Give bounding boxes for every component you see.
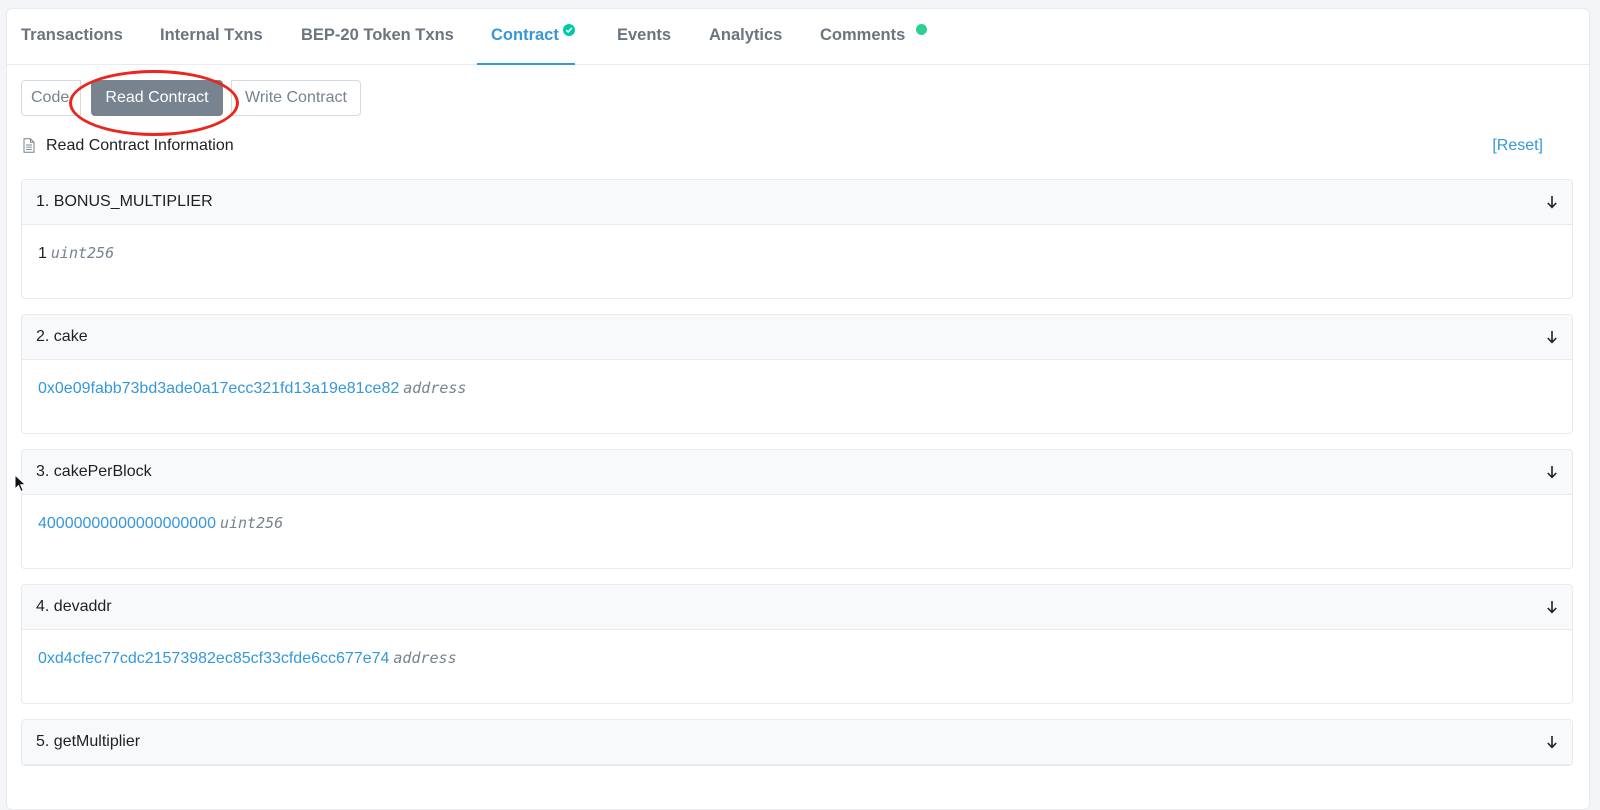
info-label: Read Contract Information — [46, 137, 234, 154]
contract-card: Transactions Internal Txns BEP-20 Token … — [6, 8, 1590, 810]
tab-label: Contract — [491, 26, 559, 44]
tab-label: BEP-20 Token Txns — [301, 26, 454, 44]
arrow-down-icon — [1547, 601, 1557, 614]
result-type: uint256 — [50, 244, 115, 262]
function-body: 1 uint256 — [22, 225, 1572, 298]
function-title: 3. cakePerBlock — [36, 463, 152, 480]
arrow-down-icon — [1547, 466, 1557, 479]
result-value-link[interactable]: 40000000000000000000 — [38, 515, 216, 532]
result-type: address — [403, 379, 467, 397]
function-header[interactable]: 2. cake — [22, 315, 1572, 360]
function-panel: 3. cakePerBlock 40000000000000000000 uint… — [21, 449, 1573, 569]
function-result: 0xd4cfec77cdc21573982ec85cf33cfde6cc677e… — [38, 649, 457, 668]
function-result: 40000000000000000000 uint256 — [38, 514, 283, 533]
code-button[interactable]: Code — [21, 80, 81, 116]
function-header[interactable]: 4. devaddr — [22, 585, 1572, 630]
function-body: 0x0e09fabb73bd3ade0a17ecc321fd13a19e81ce… — [22, 360, 1572, 433]
result-type: uint256 — [219, 514, 284, 532]
document-icon — [23, 138, 35, 153]
function-panel: 4. devaddr 0xd4cfec77cdc21573982ec85cf33… — [21, 584, 1573, 704]
tab-internal-txns[interactable]: Internal Txns — [160, 9, 263, 64]
function-panel: 1. BONUS_MULTIPLIER 1 uint256 — [21, 179, 1573, 299]
function-title: 5. getMultiplier — [36, 733, 141, 750]
function-title: 4. devaddr — [36, 598, 112, 615]
tab-label: Internal Txns — [160, 26, 263, 44]
tab-contract[interactable]: Contract — [477, 9, 575, 65]
function-result: 0x0e09fabb73bd3ade0a17ecc321fd13a19e81ce… — [38, 379, 466, 398]
read-contract-button[interactable]: Read Contract — [91, 80, 223, 116]
tab-comments[interactable]: Comments — [820, 9, 928, 64]
result-address-link[interactable]: 0x0e09fabb73bd3ade0a17ecc321fd13a19e81ce… — [38, 380, 399, 397]
tab-bar: Transactions Internal Txns BEP-20 Token … — [7, 9, 1589, 65]
arrow-down-icon — [1547, 331, 1557, 344]
dot-icon — [916, 24, 928, 35]
result-type: address — [393, 649, 457, 667]
function-header[interactable]: 1. BONUS_MULTIPLIER — [22, 180, 1572, 225]
tab-label: Transactions — [21, 26, 123, 44]
function-header[interactable]: 3. cakePerBlock — [22, 450, 1572, 495]
tab-transactions[interactable]: Transactions — [21, 9, 123, 64]
tab-analytics[interactable]: Analytics — [709, 9, 782, 64]
tab-events[interactable]: Events — [617, 9, 671, 64]
tab-label: Analytics — [709, 26, 783, 44]
function-panel: 2. cake 0x0e09fabb73bd3ade0a17ecc321fd13… — [21, 314, 1573, 434]
result-value: 1 — [38, 245, 47, 262]
reset-link[interactable]: [Reset] — [1492, 137, 1543, 155]
function-header[interactable]: 5. getMultiplier — [22, 720, 1572, 765]
function-result: 1 uint256 — [38, 244, 114, 263]
function-panel: 5. getMultiplier — [21, 719, 1573, 766]
function-title: 2. cake — [36, 328, 88, 345]
check-circle-icon — [562, 24, 575, 36]
function-body: 40000000000000000000 uint256 — [22, 495, 1572, 568]
arrow-down-icon — [1547, 736, 1557, 749]
arrow-down-icon — [1547, 196, 1557, 209]
write-contract-button[interactable]: Write Contract — [231, 80, 361, 116]
function-body: 0xd4cfec77cdc21573982ec85cf33cfde6cc677e… — [22, 630, 1572, 703]
tab-bep20-token-txns[interactable]: BEP-20 Token Txns — [301, 9, 454, 64]
active-tab-indicator — [477, 63, 575, 65]
tab-label: Comments — [820, 26, 906, 44]
result-address-link[interactable]: 0xd4cfec77cdc21573982ec85cf33cfde6cc677e… — [38, 650, 389, 667]
function-title: 1. BONUS_MULTIPLIER — [36, 193, 213, 210]
tab-label: Events — [617, 26, 672, 44]
mouse-cursor-icon — [14, 474, 27, 493]
